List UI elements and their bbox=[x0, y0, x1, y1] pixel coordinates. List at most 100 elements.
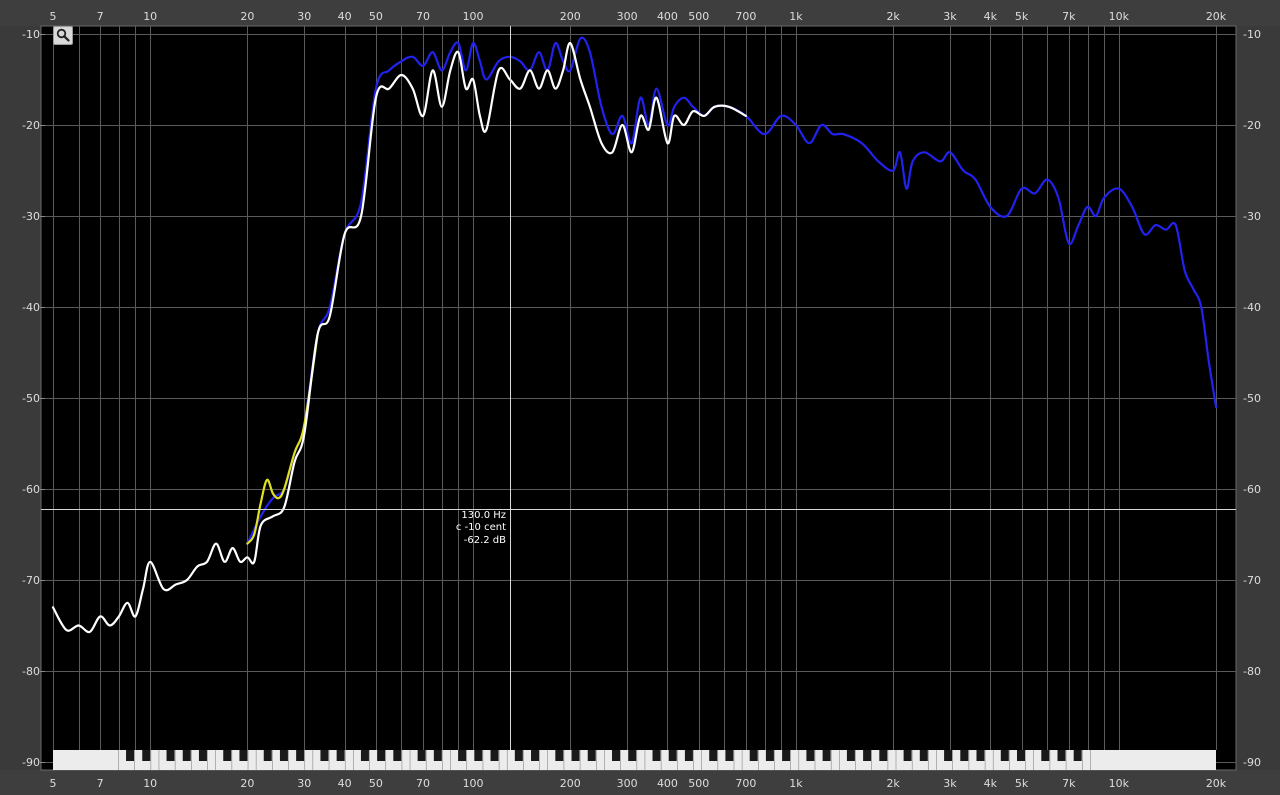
x-tick-label-bottom: 400 bbox=[657, 777, 678, 790]
magnifier-icon bbox=[56, 28, 70, 42]
x-tick-label-bottom: 10k bbox=[1109, 777, 1130, 790]
y-tick-label-left: -40 bbox=[22, 301, 40, 314]
x-tick-label-top: 7k bbox=[1062, 10, 1076, 23]
x-tick-label-top: 100 bbox=[463, 10, 484, 23]
y-tick-label-right: -50 bbox=[1243, 392, 1261, 405]
keyboard-black-key bbox=[458, 750, 467, 761]
keyboard-black-key bbox=[223, 750, 232, 761]
y-tick-label-right: -20 bbox=[1243, 119, 1261, 132]
keyboard-black-key bbox=[1016, 750, 1025, 761]
x-tick-label-bottom: 70 bbox=[416, 777, 430, 790]
keyboard-black-key bbox=[142, 750, 151, 761]
x-tick-label-top: 10 bbox=[143, 10, 157, 23]
x-tick-label-bottom: 5k bbox=[1015, 777, 1029, 790]
keyboard-black-key bbox=[709, 750, 718, 761]
x-tick-label-bottom: 20k bbox=[1206, 777, 1227, 790]
x-tick-label-bottom: 40 bbox=[338, 777, 352, 790]
keyboard-black-key bbox=[377, 750, 386, 761]
y-tick-label-left: -80 bbox=[22, 665, 40, 678]
keyboard-black-key bbox=[782, 750, 791, 761]
keyboard-black-key bbox=[182, 750, 191, 761]
x-tick-label-top: 70 bbox=[416, 10, 430, 23]
x-tick-label-top: 5k bbox=[1015, 10, 1029, 23]
y-tick-label-right: -80 bbox=[1243, 665, 1261, 678]
x-tick-label-top: 10k bbox=[1109, 10, 1130, 23]
x-tick-label-top: 20k bbox=[1206, 10, 1227, 23]
x-tick-label-top: 7 bbox=[97, 10, 104, 23]
keyboard-black-key bbox=[433, 750, 442, 761]
y-tick-label-left: -30 bbox=[22, 210, 40, 223]
x-tick-label-bottom: 200 bbox=[560, 777, 581, 790]
keyboard-black-key bbox=[725, 750, 734, 761]
keyboard-black-key bbox=[684, 750, 693, 761]
keyboard-black-key bbox=[571, 750, 580, 761]
spectrum-chart[interactable]: -10 -10 -20 -20 -30 -30 -40 -40 -50 -50 -60 -60 -70 -… bbox=[0, 0, 1280, 795]
keyboard-black-key bbox=[749, 750, 758, 761]
y-tick-label-left: -10 bbox=[22, 28, 40, 41]
x-tick-label-bottom: 5 bbox=[50, 777, 57, 790]
keyboard-black-key bbox=[944, 750, 953, 761]
cursor-frequency-readout: 130.0 Hz bbox=[461, 510, 506, 521]
x-tick-label-top: 700 bbox=[735, 10, 756, 23]
keyboard-black-key bbox=[652, 750, 661, 761]
x-tick-label-bottom: 500 bbox=[688, 777, 709, 790]
x-tick-label-top: 300 bbox=[617, 10, 638, 23]
x-tick-label-bottom: 7k bbox=[1062, 777, 1076, 790]
x-tick-label-top: 30 bbox=[297, 10, 311, 23]
keyboard-black-key bbox=[806, 750, 815, 761]
analyzer-window: -10 -10 -20 -20 -30 -30 -40 -40 -50 -50 -60 -60 -70 -… bbox=[0, 0, 1280, 795]
x-tick-label-top: 40 bbox=[338, 10, 352, 23]
keyboard-black-key bbox=[490, 750, 499, 761]
keyboard-black-key bbox=[960, 750, 969, 761]
keyboard-black-key bbox=[514, 750, 523, 761]
keyboard-black-key bbox=[320, 750, 329, 761]
x-tick-label-top: 1k bbox=[789, 10, 803, 23]
x-tick-label-bottom: 1k bbox=[789, 777, 803, 790]
keyboard-black-key bbox=[822, 750, 831, 761]
x-tick-label-top: 50 bbox=[369, 10, 383, 23]
y-tick-label-left: -90 bbox=[22, 756, 40, 769]
x-tick-label-top: 400 bbox=[657, 10, 678, 23]
y-tick-label-left: -60 bbox=[22, 483, 40, 496]
zoom-button[interactable] bbox=[53, 26, 73, 45]
keyboard-black-key bbox=[417, 750, 426, 761]
keyboard-black-key bbox=[531, 750, 540, 761]
keyboard-black-key bbox=[336, 750, 345, 761]
x-tick-label-top: 2k bbox=[886, 10, 900, 23]
keyboard-black-key bbox=[198, 750, 207, 761]
y-tick-label-right: -60 bbox=[1243, 483, 1261, 496]
keyboard-black-key bbox=[976, 750, 985, 761]
cursor-note-readout: c -10 cent bbox=[455, 522, 506, 533]
keyboard-black-key bbox=[587, 750, 596, 761]
x-tick-label-bottom: 3k bbox=[943, 777, 957, 790]
x-tick-label-bottom: 7 bbox=[97, 777, 104, 790]
x-tick-label-bottom: 30 bbox=[297, 777, 311, 790]
x-tick-label-top: 3k bbox=[943, 10, 957, 23]
x-tick-label-top: 20 bbox=[240, 10, 254, 23]
keyboard-black-key bbox=[668, 750, 677, 761]
keyboard-black-key bbox=[1073, 750, 1082, 761]
x-tick-label-bottom: 4k bbox=[984, 777, 998, 790]
x-tick-label-top: 4k bbox=[984, 10, 998, 23]
keyboard-black-key bbox=[360, 750, 369, 761]
keyboard-black-key bbox=[879, 750, 888, 761]
x-tick-label-bottom: 10 bbox=[143, 777, 157, 790]
keyboard-black-key bbox=[126, 750, 135, 761]
y-tick-label-left: -50 bbox=[22, 392, 40, 405]
keyboard-black-key bbox=[296, 750, 305, 761]
keyboard-black-key bbox=[1057, 750, 1066, 761]
keyboard-black-key bbox=[903, 750, 912, 761]
piano-keyboard bbox=[53, 750, 1216, 770]
keyboard-black-key bbox=[1041, 750, 1050, 761]
y-tick-label-right: -90 bbox=[1243, 756, 1261, 769]
x-tick-label-bottom: 20 bbox=[240, 777, 254, 790]
cursor-level-readout: -62.2 dB bbox=[463, 535, 506, 546]
keyboard-black-key bbox=[863, 750, 872, 761]
x-tick-label-top: 200 bbox=[560, 10, 581, 23]
keyboard-black-key bbox=[919, 750, 928, 761]
keyboard-black-key bbox=[555, 750, 564, 761]
keyboard-black-key bbox=[239, 750, 248, 761]
keyboard-black-key bbox=[393, 750, 402, 761]
keyboard-black-key bbox=[474, 750, 483, 761]
keyboard-black-key bbox=[846, 750, 855, 761]
